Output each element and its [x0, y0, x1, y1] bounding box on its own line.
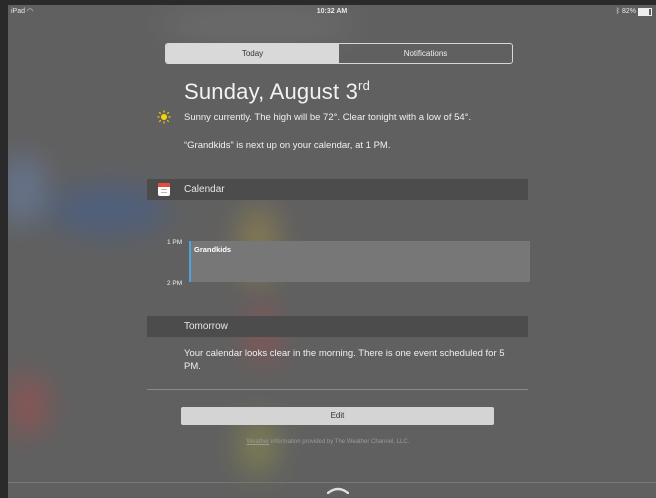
time-label-2pm: 2 PM [167, 280, 183, 287]
weather-summary: Sunny currently. The high will be 72°. C… [184, 112, 472, 123]
view-switcher: Today Notifications [165, 43, 513, 64]
sun-icon [157, 110, 171, 124]
divider [147, 389, 528, 390]
attribution-text: information provided by The Weather Chan… [269, 439, 410, 445]
weather-attribution: Weather information provided by The Weat… [0, 439, 656, 445]
status-right: ᛒ 82% [616, 5, 652, 19]
date-heading: Sunday, August 3rd [184, 78, 371, 104]
tab-today[interactable]: Today [166, 44, 339, 63]
bottom-divider [8, 482, 656, 483]
status-bar: iPad ◠ 10:32 AM ᛒ 82% [8, 5, 656, 19]
calendar-icon [158, 183, 170, 196]
weather-link[interactable]: Weather [247, 439, 270, 445]
calendar-event[interactable]: Grandkids [189, 241, 530, 282]
status-time: 10:32 AM [316, 8, 348, 15]
tomorrow-section-title: Tomorrow [184, 321, 228, 332]
calendar-section-header[interactable]: Calendar [147, 179, 528, 200]
chevron-up-icon[interactable] [327, 486, 349, 494]
calendar-section-title: Calendar [184, 184, 225, 195]
battery-icon [638, 8, 652, 16]
next-event-summary: “Grandkids” is next up on your calendar,… [184, 140, 391, 151]
tab-notifications[interactable]: Notifications [339, 44, 512, 63]
tomorrow-summary: Your calendar looks clear in the morning… [184, 348, 505, 372]
bluetooth-icon: ᛒ [615, 8, 620, 15]
battery-percent: 82% [621, 8, 636, 15]
tomorrow-section-header: Tomorrow [147, 316, 528, 337]
edit-button[interactable]: Edit [181, 407, 494, 425]
time-label-1pm: 1 PM [167, 239, 183, 246]
event-title: Grandkids [194, 245, 232, 254]
